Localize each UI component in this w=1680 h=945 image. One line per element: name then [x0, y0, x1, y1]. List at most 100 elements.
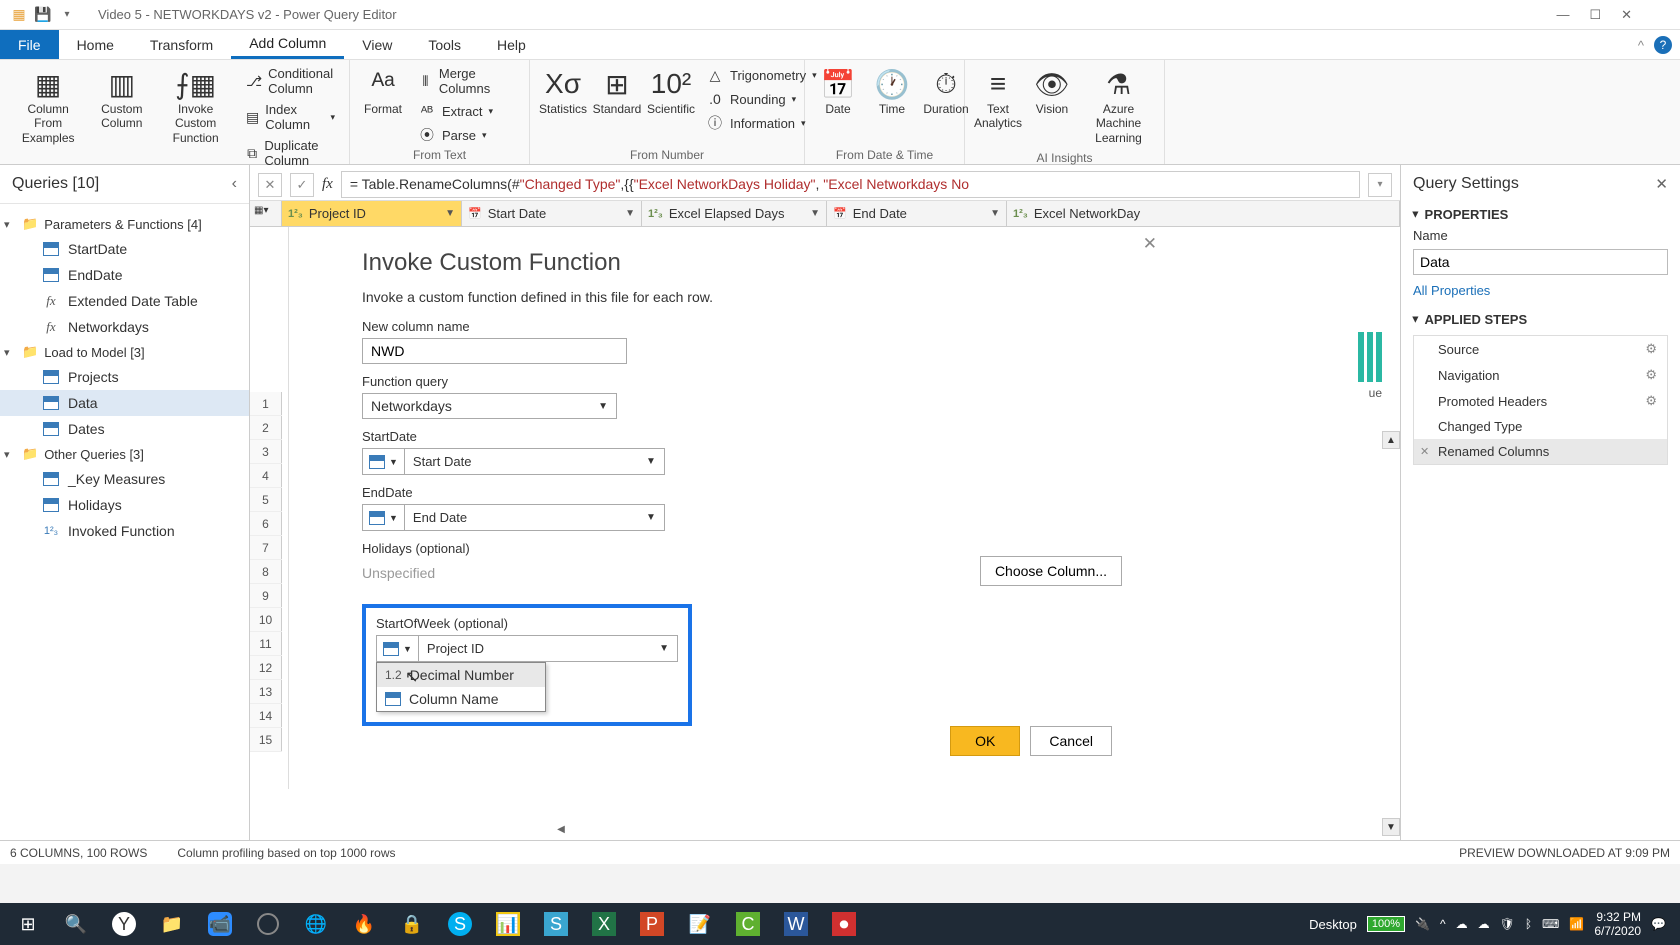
enddate-select[interactable]: End Date▼ [405, 504, 665, 531]
chevron-down-icon[interactable]: ▼ [625, 208, 635, 219]
standard-button[interactable]: ⊞Standard [592, 64, 642, 120]
step-navigation[interactable]: Navigation⚙ [1414, 362, 1667, 388]
scroll-up-button[interactable]: ▲ [1382, 431, 1400, 449]
select-all-corner[interactable]: ▦▾ [250, 201, 282, 226]
app-powerbi[interactable]: 📊 [484, 903, 532, 945]
app-notepad[interactable]: 📝 [676, 903, 724, 945]
tab-file[interactable]: File [0, 30, 59, 59]
power-icon[interactable]: 🔌 [1415, 917, 1430, 931]
chevron-down-icon[interactable]: ▼ [810, 208, 820, 219]
qat-dropdown-icon[interactable]: ▾ [56, 4, 78, 26]
group-other-queries[interactable]: 📁Other Queries [3] [0, 442, 249, 466]
clock[interactable]: 9:32 PM 6/7/2020 [1594, 910, 1641, 939]
onedrive-icon[interactable]: ☁ [1478, 917, 1490, 931]
close-button[interactable]: ✕ [1621, 7, 1632, 23]
app-lock[interactable]: 🔒 [388, 903, 436, 945]
app-powerpoint[interactable]: P [628, 903, 676, 945]
search-button[interactable]: 🔍 [52, 903, 100, 945]
group-load-to-model[interactable]: 📁Load to Model [3] [0, 340, 249, 364]
app-camtasia[interactable]: C [724, 903, 772, 945]
app-excel[interactable]: X [580, 903, 628, 945]
startdate-select[interactable]: Start Date▼ [405, 448, 665, 475]
table-row[interactable]: 8 [250, 560, 282, 584]
app-recorder[interactable]: ⏺ [820, 903, 868, 945]
cancel-button[interactable]: Cancel [1030, 726, 1112, 756]
column-excel-networkday[interactable]: 1²₃Excel NetworkDay [1007, 201, 1400, 226]
enddate-type-button[interactable]: ▼ [362, 504, 405, 531]
wifi-icon[interactable]: 📶 [1569, 917, 1584, 931]
azure-ml-button[interactable]: ⚗Azure Machine Learning [1081, 64, 1156, 149]
table-row[interactable]: 12 [250, 656, 282, 680]
security-icon[interactable]: 🛡 [1500, 917, 1515, 931]
tab-view[interactable]: View [344, 30, 410, 59]
table-row[interactable]: 1 [250, 392, 282, 416]
app-snagit[interactable]: S [532, 903, 580, 945]
scientific-button[interactable]: 10²Scientific [646, 64, 696, 120]
app-dragon[interactable]: 🔥 [340, 903, 388, 945]
applied-steps-heading[interactable]: APPLIED STEPS [1413, 312, 1668, 327]
query-enddate[interactable]: EndDate [0, 262, 249, 288]
option-column-name[interactable]: Column Name [377, 687, 545, 711]
tray-up-icon[interactable]: ^ [1440, 917, 1446, 931]
table-row[interactable]: 14 [250, 704, 282, 728]
table-row[interactable]: 15 [250, 728, 282, 752]
notifications-icon[interactable]: 💬 [1651, 917, 1666, 931]
start-button[interactable]: ⊞ [4, 903, 52, 945]
tab-home[interactable]: Home [59, 30, 132, 59]
app-word[interactable]: W [772, 903, 820, 945]
app-explorer[interactable]: 📁 [148, 903, 196, 945]
tab-transform[interactable]: Transform [132, 30, 231, 59]
dialog-close-button[interactable]: ✕ [1143, 234, 1157, 254]
query-key-measures[interactable]: _Key Measures [0, 466, 249, 492]
date-button[interactable]: 📅Date [813, 64, 863, 120]
text-analytics-button[interactable]: ≡Text Analytics [973, 64, 1023, 135]
tab-add-column[interactable]: Add Column [231, 30, 344, 59]
step-source[interactable]: Source⚙ [1414, 336, 1667, 362]
ribbon-collapse-icon[interactable]: ^ [1638, 38, 1644, 53]
table-row[interactable]: 9 [250, 584, 282, 608]
save-icon[interactable]: 💾 [32, 4, 54, 26]
table-row[interactable]: 4 [250, 464, 282, 488]
properties-heading[interactable]: PROPERTIES [1413, 207, 1668, 222]
startdate-type-button[interactable]: ▼ [362, 448, 405, 475]
index-column-button[interactable]: ▤Index Column▾ [240, 100, 341, 134]
app-media[interactable] [244, 903, 292, 945]
column-end-date[interactable]: 📅End Date▼ [827, 201, 1007, 226]
column-from-examples-button[interactable]: ▦ Column From Examples [8, 64, 88, 149]
table-row[interactable]: 2 [250, 416, 282, 440]
step-renamed-columns[interactable]: Renamed Columns [1414, 439, 1667, 464]
accept-formula-button[interactable]: ✓ [290, 173, 314, 197]
query-holidays[interactable]: Holidays [0, 492, 249, 518]
column-start-date[interactable]: 📅Start Date▼ [462, 201, 642, 226]
keyboard-icon[interactable]: ⌨ [1542, 917, 1559, 931]
merge-columns-button[interactable]: ⫴Merge Columns [412, 64, 521, 98]
startofweek-select[interactable]: Project ID▼ [419, 635, 678, 662]
conditional-column-button[interactable]: ⎇Conditional Column [240, 64, 341, 98]
step-changed-type[interactable]: Changed Type [1414, 414, 1667, 439]
invoke-custom-function-button[interactable]: ⨍▦ Invoke Custom Function [155, 64, 236, 149]
new-column-input[interactable] [362, 338, 627, 364]
help-icon[interactable]: ? [1654, 36, 1672, 54]
ok-button[interactable]: OK [950, 726, 1020, 756]
gear-icon[interactable]: ⚙ [1645, 367, 1657, 383]
app-skype[interactable]: S [436, 903, 484, 945]
query-dates[interactable]: Dates [0, 416, 249, 442]
battery-indicator[interactable]: 100% [1367, 916, 1405, 932]
desktop-toolbar[interactable]: Desktop [1309, 917, 1357, 932]
choose-column-button[interactable]: Choose Column... [980, 556, 1122, 586]
table-row[interactable]: 11 [250, 632, 282, 656]
all-properties-link[interactable]: All Properties [1413, 283, 1668, 298]
formula-input[interactable]: = Table.RenameColumns(#"Changed Type",{{… [341, 171, 1360, 198]
query-extended-date-table[interactable]: fxExtended Date Table [0, 288, 249, 314]
bluetooth-icon[interactable]: ᛒ [1525, 917, 1532, 931]
app-chrome[interactable]: 🌐 [292, 903, 340, 945]
gear-icon[interactable]: ⚙ [1645, 341, 1657, 357]
tab-help[interactable]: Help [479, 30, 544, 59]
cancel-formula-button[interactable]: ✕ [258, 173, 282, 197]
query-networkdays[interactable]: fxNetworkdays [0, 314, 249, 340]
table-row[interactable]: 3 [250, 440, 282, 464]
option-decimal-number[interactable]: 1.2Decimal Number [377, 663, 545, 687]
startofweek-type-button[interactable]: ▼ [376, 635, 419, 662]
table-row[interactable]: 6 [250, 512, 282, 536]
query-invoked-function[interactable]: 1²₃Invoked Function [0, 518, 249, 544]
